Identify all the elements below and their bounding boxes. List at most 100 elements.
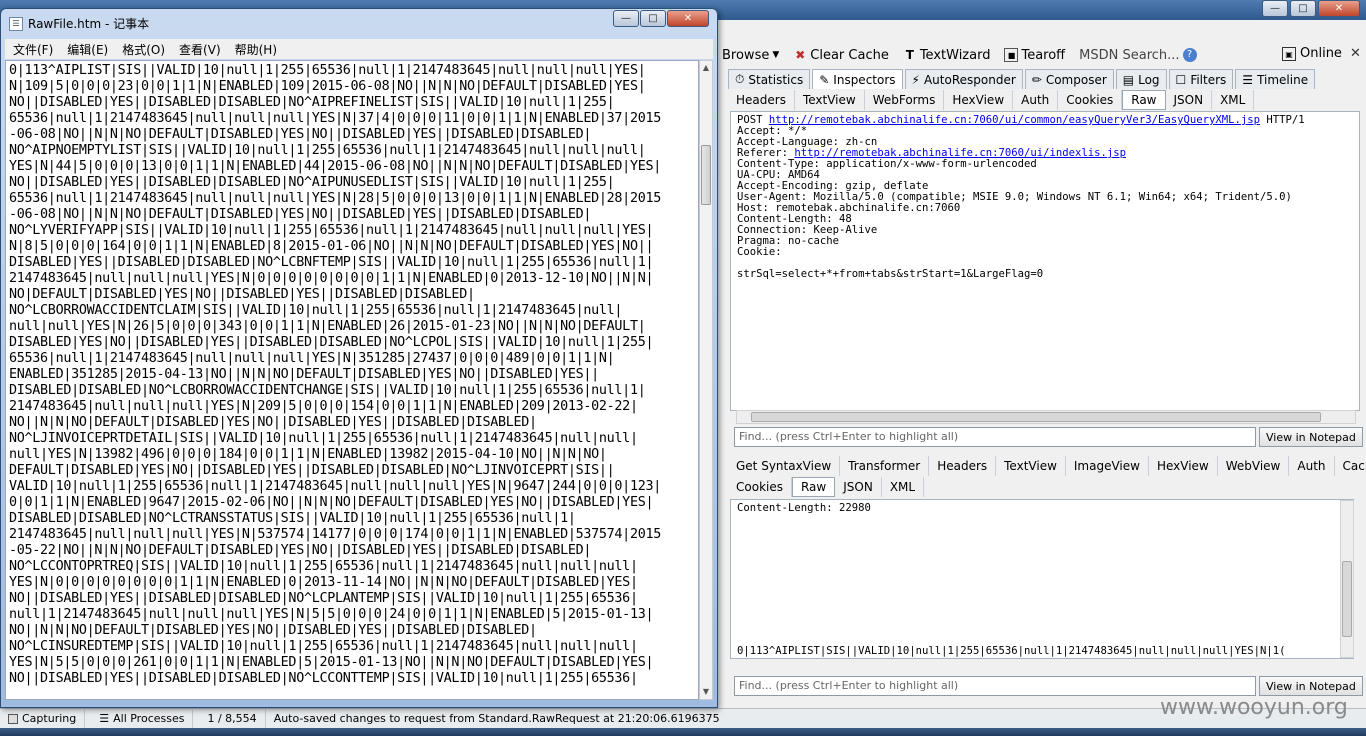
req-tab-hexview[interactable]: HexView xyxy=(944,90,1014,110)
req-tab-cookies[interactable]: Cookies xyxy=(1058,90,1123,110)
fiddler-window-controls: — □ ✕ xyxy=(1262,0,1360,17)
notepad-text-area[interactable]: 0|113^AIPLIST|SIS||VALID|10|null|1|255|6… xyxy=(5,60,699,700)
notepad-vertical-scrollbar[interactable]: ▲ ▼ xyxy=(699,60,713,700)
maximize-icon[interactable]: □ xyxy=(640,10,666,27)
resp-tab-xml[interactable]: XML xyxy=(882,477,925,497)
notepad-text-line: DISABLED|DISABLED|NO^LCTRANSSTATUS|SIS||… xyxy=(9,511,576,526)
scrollbar-thumb[interactable] xyxy=(701,145,711,205)
request-line: POST http://remotebak.abchinalife.cn:706… xyxy=(737,114,1305,126)
tab-timeline[interactable]: ☰ Timeline xyxy=(1235,69,1316,89)
network-icon: ▣ xyxy=(1282,46,1296,61)
response-vertical-scrollbar[interactable] xyxy=(1340,500,1354,658)
eraser-icon: ✖ xyxy=(795,48,806,62)
tab-log[interactable]: ▤ Log xyxy=(1115,69,1167,89)
request-body-line: strSql=select+*+from+tabs&strStart=1&Lar… xyxy=(737,268,1044,280)
browse-button[interactable]: Browse ▼ xyxy=(722,48,779,63)
tab-statistics[interactable]: ⏱ Statistics xyxy=(728,69,811,89)
notepad-titlebar: ☰ RawFile.htm - 记事本 xyxy=(9,15,149,32)
notepad-window-controls: — □ ✕ xyxy=(613,10,709,27)
menu-view[interactable]: 查看(V) xyxy=(179,41,221,58)
scrollbar-thumb[interactable] xyxy=(751,412,1321,422)
menu-file[interactable]: 文件(F) xyxy=(13,41,53,58)
resp-tab-webview[interactable]: WebView xyxy=(1218,456,1290,476)
notepad-text-line: DISABLED|YES|NO||DISABLED|YES||DISABLED|… xyxy=(9,335,654,350)
response-find-input[interactable]: Find... (press Ctrl+Enter to highlight a… xyxy=(734,676,1256,696)
watermark: www.wooyun.org xyxy=(1160,695,1348,720)
notepad-text-line: -05-22|NO||N|N|NO|DEFAULT|DISABLED|YES|N… xyxy=(9,543,592,558)
tab-autoresponder[interactable]: ⚡ AutoResponder xyxy=(904,69,1023,89)
response-view-in-notepad-button[interactable]: View in Notepad xyxy=(1259,676,1363,696)
resp-tab-headers[interactable]: Headers xyxy=(929,456,997,476)
notepad-text-line: YES|N|0|0|0|0|0|0|0|0|1|1|N|ENABLED|0|20… xyxy=(9,575,638,590)
response-findbar: Find... (press Ctrl+Enter to highlight a… xyxy=(734,676,1363,696)
request-url-link[interactable]: http://remotebak.abchinalife.cn:7060/ui/… xyxy=(769,114,1260,126)
close-icon[interactable]: ✕ xyxy=(1318,0,1360,17)
tab-filters[interactable]: ☐ Filters xyxy=(1168,69,1234,89)
request-find-input[interactable]: Find... (press Ctrl+Enter to highlight a… xyxy=(734,427,1256,447)
tab-composer[interactable]: ✏ Composer xyxy=(1024,69,1114,89)
clear-cache-button[interactable]: ✖ Clear Cache xyxy=(793,48,889,63)
notepad-text-line: null|YES|N|13982|496|0|0|0|184|0|0|1|1|N… xyxy=(9,447,607,462)
resp-tab-auth[interactable]: Auth xyxy=(1289,456,1335,476)
minimize-icon[interactable]: — xyxy=(613,10,639,27)
menu-format[interactable]: 格式(O) xyxy=(122,41,165,58)
composer-icon: ✏ xyxy=(1031,72,1042,87)
request-view-in-notepad-button[interactable]: View in Notepad xyxy=(1259,427,1363,447)
request-horizontal-scrollbar[interactable] xyxy=(736,410,1356,424)
inspector-icon: ✎ xyxy=(819,72,830,87)
timeline-icon: ☰ xyxy=(1242,72,1254,87)
response-raw-view[interactable]: Content-Length: 22980 0|113^AIPLIST|SIS|… xyxy=(730,499,1354,659)
req-tab-textview[interactable]: TextView xyxy=(795,90,865,110)
scroll-down-icon[interactable]: ▼ xyxy=(700,685,712,699)
textwizard-button[interactable]: T TextWizard xyxy=(903,48,991,63)
maximize-icon[interactable]: □ xyxy=(1290,0,1316,17)
scrollbar-thumb[interactable] xyxy=(1342,561,1352,637)
online-indicator[interactable]: ▣ Online xyxy=(1282,46,1342,61)
resp-tab-raw[interactable]: Raw xyxy=(791,477,836,497)
resp-tab-syntaxview[interactable]: Get SyntaxView xyxy=(728,456,841,476)
req-tab-xml[interactable]: XML xyxy=(1212,90,1255,110)
scroll-up-icon[interactable]: ▲ xyxy=(700,61,712,75)
status-message: Auto-saved changes to request from Stand… xyxy=(273,712,720,725)
response-header-line: Content-Length: 22980 xyxy=(737,502,871,514)
close-pane-icon[interactable]: ✕ xyxy=(1350,46,1361,61)
close-icon[interactable]: ✕ xyxy=(667,10,709,27)
request-raw-view[interactable]: POST http://remotebak.abchinalife.cn:706… xyxy=(730,111,1360,411)
response-body-line: 0|113^AIPLIST|SIS||VALID|10|null|1|255|6… xyxy=(737,645,1286,657)
notepad-text-line: 65536|null|1|2147483645|null|null|null|Y… xyxy=(9,191,661,206)
req-tab-raw[interactable]: Raw xyxy=(1122,90,1166,110)
req-tab-auth[interactable]: Auth xyxy=(1013,90,1059,110)
notepad-text-line: NO^LYVERIFYAPP|SIS||VALID|10|null|1|255|… xyxy=(9,223,654,238)
menu-help[interactable]: 帮助(H) xyxy=(235,41,277,58)
resp-tab-caching[interactable]: Caching xyxy=(1335,456,1366,476)
resp-tab-hexview[interactable]: HexView xyxy=(1149,456,1218,476)
resp-tab-textview[interactable]: TextView xyxy=(996,456,1066,476)
tab-inspectors[interactable]: ✎ Inspectors xyxy=(812,69,903,89)
msdn-search-input[interactable]: MSDN Search... ? xyxy=(1079,48,1197,63)
minimize-icon[interactable]: — xyxy=(1262,0,1288,17)
capturing-toggle[interactable]: Capturing xyxy=(0,709,86,728)
fiddler-toolbar: Browse ▼ ✖ Clear Cache T TextWizard ■ Tea… xyxy=(718,42,1366,68)
req-tab-json[interactable]: JSON xyxy=(1166,90,1213,110)
notepad-text-line: N|109|5|0|0|0|23|0|0|1|1|N|ENABLED|109|2… xyxy=(9,79,646,94)
notepad-window[interactable]: ☰ RawFile.htm - 记事本 — □ ✕ 文件(F) 编辑(E) 格式… xyxy=(0,8,718,708)
notepad-text-line: NO||N|N|NO|DEFAULT|DISABLED|YES|NO||DISA… xyxy=(9,415,537,430)
process-filter[interactable]: ☰ All Processes xyxy=(85,709,194,728)
notepad-text-line: NO|DEFAULT|DISABLED|YES|NO||DISABLED|YES… xyxy=(9,287,475,302)
notepad-text-line: N|8|5|0|0|0|164|0|0|1|1|N|ENABLED|8|2015… xyxy=(9,239,654,254)
req-tab-headers[interactable]: Headers xyxy=(728,90,795,110)
resp-tab-transformer[interactable]: Transformer xyxy=(840,456,930,476)
resp-tab-imageview[interactable]: ImageView xyxy=(1066,456,1149,476)
notepad-icon: ☰ xyxy=(9,16,23,31)
notepad-text-line: NO||DISABLED|YES||DISABLED|DISABLED|NO^A… xyxy=(9,95,615,110)
resp-tab-json[interactable]: JSON xyxy=(835,477,882,497)
req-tab-webforms[interactable]: WebForms xyxy=(865,90,945,110)
notepad-text-line: ENABLED|351285|2015-04-13|NO||N|N|NO|DEF… xyxy=(9,367,599,382)
fiddler-main-tabs: ⏱ Statistics ✎ Inspectors ⚡ AutoResponder ✏… xyxy=(728,69,1316,89)
resp-tab-cookies[interactable]: Cookies xyxy=(728,477,792,497)
notepad-text-line: 2147483645|null|null|null|YES|N|0|0|0|0|… xyxy=(9,271,654,286)
session-count: 1 / 8,554 xyxy=(193,709,266,728)
menu-edit[interactable]: 编辑(E) xyxy=(67,41,108,58)
tearoff-button[interactable]: ■ Tearoff xyxy=(1004,48,1065,63)
help-icon[interactable]: ? xyxy=(1182,48,1197,62)
